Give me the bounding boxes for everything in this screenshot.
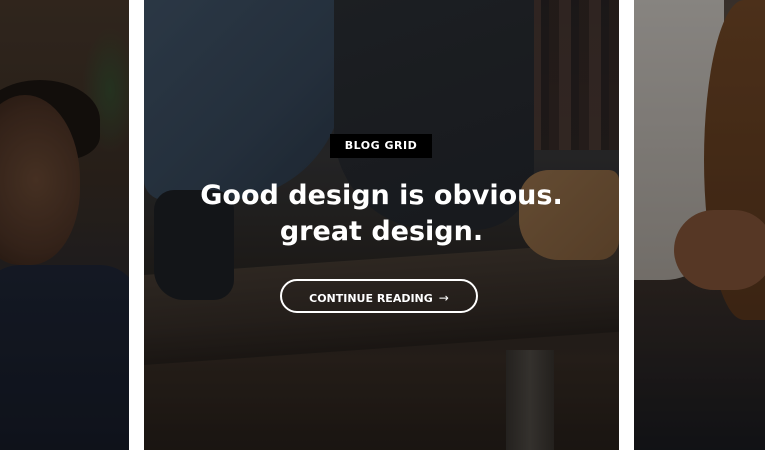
category-badge[interactable]: BLOG GRID <box>330 134 432 158</box>
slide-caption: BLOG GRID Good design is obvious. great … <box>144 0 619 450</box>
slide-overlay <box>634 0 765 450</box>
blog-slider: BLOG GRID Good design is obvious. great … <box>0 0 765 450</box>
continue-reading-label: CONTINUE READING <box>309 292 433 305</box>
post-title-line-1: Good design is obvious. <box>200 180 563 211</box>
post-title[interactable]: Good design is obvious. great design. <box>144 178 619 250</box>
slide-overlay <box>0 0 129 450</box>
slide-next[interactable] <box>634 0 765 450</box>
post-title-line-2: great design. <box>279 216 484 247</box>
slide-previous[interactable] <box>0 0 129 450</box>
continue-reading-button[interactable]: CONTINUE READING → <box>280 279 478 313</box>
arrow-right-icon: → <box>438 291 449 305</box>
